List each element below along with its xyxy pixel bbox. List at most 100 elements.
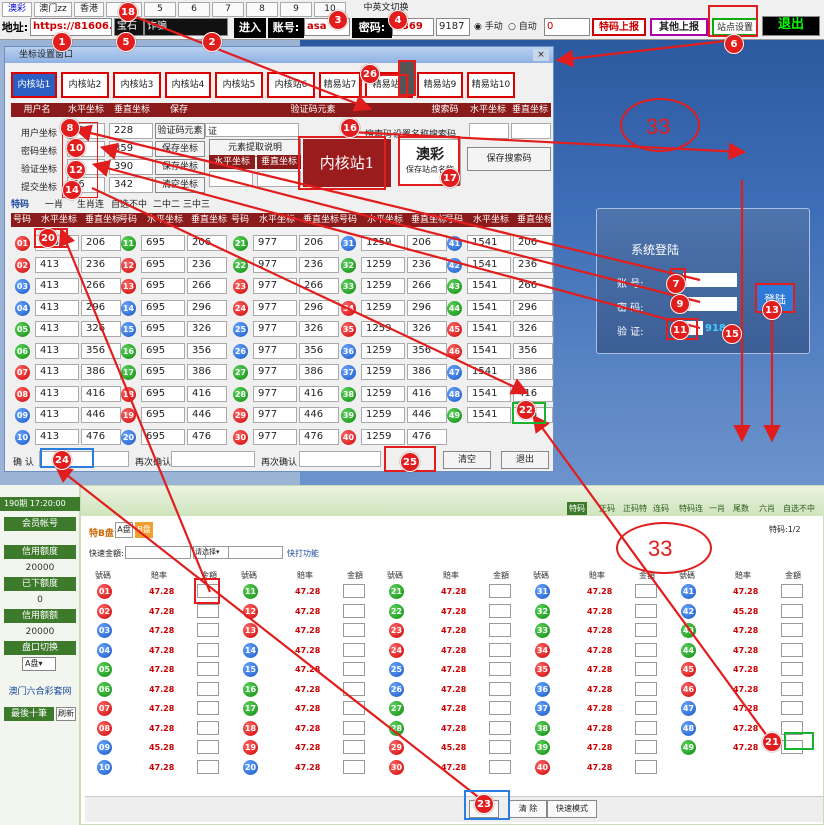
bet-amount-21[interactable] (489, 584, 511, 598)
bet-amount-36[interactable] (635, 681, 657, 696)
grid-y-40[interactable]: 476 (407, 428, 447, 445)
grid-x-2[interactable]: 413 (35, 256, 79, 273)
tab-9[interactable]: 9 (280, 2, 312, 17)
tab-5[interactable]: 5 (144, 2, 176, 17)
login-password-input[interactable] (683, 297, 737, 311)
grid-x-22[interactable]: 977 (253, 256, 297, 273)
tab-macau-zz[interactable]: 澳门zz (34, 2, 72, 17)
bet-amount-13[interactable] (343, 623, 365, 637)
bet-amount-9[interactable] (197, 740, 219, 754)
grid-x-18[interactable]: 695 (141, 385, 185, 402)
bet-amount-46[interactable] (781, 681, 803, 696)
verify-y-input[interactable] (257, 171, 301, 187)
grid-y-7[interactable]: 386 (81, 364, 121, 380)
subtab-2[interactable]: 生肖连 (77, 197, 104, 210)
grid-x-44[interactable]: 1541 (467, 299, 511, 316)
bet-amount-24[interactable] (489, 642, 511, 657)
verify-element-input[interactable]: 证 (205, 123, 299, 137)
grid-y-25[interactable]: 326 (299, 321, 339, 337)
grid-x-25[interactable]: 977 (253, 321, 297, 337)
nav-tab-0[interactable]: 特码 (567, 502, 587, 515)
grid-x-28[interactable]: 977 (253, 385, 297, 402)
bet-amount-12[interactable] (343, 603, 365, 618)
bet-amount-31[interactable] (635, 584, 657, 598)
tab-a-plate[interactable]: A盘 (115, 522, 133, 538)
grid-x-36[interactable]: 1259 (361, 342, 405, 359)
quick-amount-input[interactable] (125, 546, 191, 559)
grid-x-16[interactable]: 695 (141, 342, 185, 359)
subtab-1[interactable]: 一肖 (45, 197, 63, 210)
bet-amount-29[interactable] (489, 740, 511, 754)
grid-x-6[interactable]: 413 (35, 342, 79, 359)
bet-amount-17[interactable] (343, 701, 365, 715)
grid-x-37[interactable]: 1259 (361, 364, 405, 380)
grid-y-1[interactable]: 206 (81, 235, 121, 251)
plate-select[interactable]: A盘▾ (22, 657, 56, 671)
grid-x-33[interactable]: 1259 (361, 278, 405, 294)
row-save-button-2[interactable]: 保存坐标 (155, 159, 205, 175)
nav-tab-2[interactable]: 正码特 (621, 502, 649, 515)
site-tab-1[interactable]: 内核站1 (11, 72, 57, 98)
grid-x-13[interactable]: 695 (141, 278, 185, 294)
grid-x-7[interactable]: 413 (35, 364, 79, 380)
tab-7[interactable]: 7 (212, 2, 244, 17)
nav-tab-7[interactable]: 六肖 (757, 502, 777, 515)
nav-tab-6[interactable]: 尾数 (731, 502, 751, 515)
grid-y-32[interactable]: 236 (407, 256, 447, 273)
nav-tab-3[interactable]: 连码 (651, 502, 671, 515)
grid-y-24[interactable]: 296 (299, 299, 339, 316)
bet-amount-42[interactable] (781, 603, 803, 618)
quick-input-2[interactable] (205, 546, 283, 559)
bet-amount-28[interactable] (489, 720, 511, 735)
grid-y-14[interactable]: 296 (187, 299, 227, 316)
bet-amount-22[interactable] (489, 603, 511, 618)
site-tab-5[interactable]: 内核站5 (215, 72, 263, 98)
site-tab-4[interactable]: 内核站4 (165, 72, 211, 98)
grid-y-19[interactable]: 446 (187, 407, 227, 423)
grid-x-46[interactable]: 1541 (467, 342, 511, 359)
grid-x-21[interactable]: 977 (253, 235, 297, 251)
bet-amount-39[interactable] (635, 740, 657, 754)
grid-y-29[interactable]: 446 (299, 407, 339, 423)
bet-amount-5[interactable] (197, 662, 219, 676)
grid-x-5[interactable]: 413 (35, 321, 79, 337)
site-tab-2[interactable]: 内核站2 (61, 72, 109, 98)
bet-amount-15[interactable] (343, 662, 365, 676)
grid-y-15[interactable]: 326 (187, 321, 227, 337)
login-account-input[interactable] (683, 273, 737, 287)
clear-bets-button[interactable]: 清 除 (509, 800, 547, 818)
site-tab-10[interactable]: 精易站10 (467, 72, 515, 98)
subtab-5[interactable]: 三中三 (183, 197, 210, 210)
grid-y-5[interactable]: 326 (81, 321, 121, 337)
grid-y-38[interactable]: 416 (407, 385, 447, 402)
bet-amount-14[interactable] (343, 642, 365, 657)
grid-y-23[interactable]: 266 (299, 278, 339, 294)
grid-x-35[interactable]: 1259 (361, 321, 405, 337)
bet-amount-40[interactable] (635, 759, 657, 774)
search-y-input[interactable] (511, 123, 551, 139)
bet-amount-38[interactable] (635, 720, 657, 735)
code-input[interactable]: 9187 (436, 18, 470, 36)
search-x-input[interactable] (469, 123, 509, 139)
bet-amount-18[interactable] (343, 720, 365, 735)
bet-amount-10[interactable] (197, 759, 219, 774)
enter-button[interactable]: 进入 (234, 18, 266, 38)
lottery-name[interactable]: 澳门六合彩套网 (4, 685, 76, 699)
row-save-button-1[interactable]: 保存坐标 (155, 141, 205, 157)
subtab-0[interactable]: 特码 (11, 197, 29, 210)
grid-x-14[interactable]: 695 (141, 299, 185, 316)
count-input[interactable]: 0 (544, 18, 590, 36)
clear-button[interactable]: 清空 (443, 451, 491, 469)
site-tab-9[interactable]: 精易站9 (417, 72, 463, 98)
grid-x-48[interactable]: 1541 (467, 385, 511, 402)
bet-amount-27[interactable] (489, 701, 511, 715)
fast-mode-button[interactable]: 快速模式 (547, 800, 597, 818)
grid-y-20[interactable]: 476 (187, 428, 227, 445)
grid-y-6[interactable]: 356 (81, 342, 121, 359)
bet-amount-43[interactable] (781, 623, 803, 637)
grid-x-10[interactable]: 413 (35, 428, 79, 445)
grid-x-38[interactable]: 1259 (361, 385, 405, 402)
grid-x-17[interactable]: 695 (141, 364, 185, 380)
grid-x-11[interactable]: 695 (141, 235, 185, 251)
grid-x-15[interactable]: 695 (141, 321, 185, 337)
